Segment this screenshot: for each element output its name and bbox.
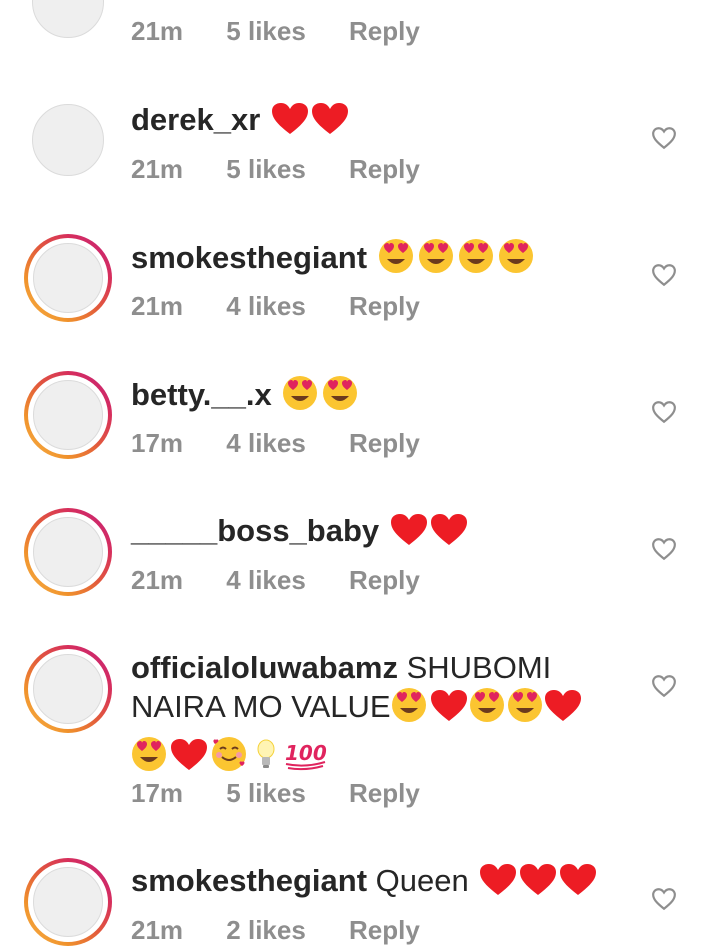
reply-button[interactable]: Reply (349, 565, 420, 595)
reply-button[interactable]: Reply (349, 915, 420, 945)
comment-time: 21m (131, 291, 184, 321)
comment-username[interactable]: officialoluwabamz (131, 650, 398, 685)
comment-meta: 21m 5 likes Reply (131, 154, 456, 185)
comment-time: 21m (131, 915, 184, 945)
avatar (33, 867, 103, 937)
comment-likes[interactable]: 5 likes (226, 154, 306, 184)
comment-username[interactable]: _____boss_baby (131, 513, 379, 548)
comment-emojis (390, 513, 468, 556)
comment-body: Queen (375, 863, 469, 898)
heart-outline-icon[interactable] (651, 673, 677, 699)
comment-time: 21m (131, 154, 184, 184)
comment-likes[interactable]: 5 likes (226, 778, 306, 808)
reply-button[interactable]: Reply (349, 428, 420, 458)
comment-text: _____boss_baby (131, 512, 611, 556)
comment-meta: 17m 5 likes Reply (131, 778, 456, 809)
comment-likes[interactable]: 4 likes (226, 428, 306, 458)
avatar-story-ring[interactable] (24, 645, 112, 733)
comment-text: betty.__.x (131, 375, 611, 420)
comment-text: derek_xr (131, 101, 611, 145)
comment-meta: 17m 4 likes Reply (131, 428, 456, 459)
heart-outline-icon[interactable] (651, 886, 677, 912)
comment-likes[interactable]: 2 likes (226, 915, 306, 945)
comment-username[interactable]: smokesthegiant (131, 240, 367, 275)
heart-outline-icon[interactable] (651, 399, 677, 425)
comment-emojis (378, 238, 538, 283)
comment-username[interactable]: betty.__.x (131, 377, 272, 412)
avatar (33, 517, 103, 587)
comment-meta: 21m 4 likes Reply (131, 291, 456, 322)
comment-meta: 21m 2 likes Reply (131, 915, 456, 946)
comment-emojis (282, 375, 362, 420)
comment-emojis (479, 863, 597, 906)
comment-likes[interactable]: 4 likes (226, 565, 306, 595)
avatar-story-ring[interactable] (24, 234, 112, 322)
svg-text:100: 100 (285, 741, 327, 765)
avatar (33, 380, 103, 450)
comment-meta: 21m 5 likes Reply (131, 16, 456, 47)
avatar[interactable] (32, 0, 104, 38)
avatar-story-ring[interactable] (24, 858, 112, 946)
comment-time: 21m (131, 16, 184, 46)
reply-button[interactable]: Reply (349, 154, 420, 184)
comment-text: smokesthegiant Queen (131, 862, 611, 906)
avatar[interactable] (32, 104, 104, 176)
comment-emojis (271, 102, 349, 145)
comment-text: smokesthegiant (131, 238, 611, 283)
avatar-story-ring[interactable] (24, 508, 112, 596)
comment-emojis-line: 100 (131, 736, 601, 781)
reply-button[interactable]: Reply (349, 778, 420, 808)
avatar (33, 243, 103, 313)
comment-time: 17m (131, 428, 184, 458)
comment-username[interactable]: derek_xr (131, 102, 260, 137)
comment-emojis (391, 687, 581, 732)
comment-likes[interactable]: 4 likes (226, 291, 306, 321)
comment-meta: 21m 4 likes Reply (131, 565, 456, 596)
reply-button[interactable]: Reply (349, 16, 420, 46)
comment-likes[interactable]: 5 likes (226, 16, 306, 46)
heart-outline-icon[interactable] (651, 125, 677, 151)
reply-button[interactable]: Reply (349, 291, 420, 321)
heart-outline-icon[interactable] (651, 262, 677, 288)
avatar (33, 654, 103, 724)
avatar-story-ring[interactable] (24, 371, 112, 459)
comment-time: 17m (131, 778, 184, 808)
comment-time: 21m (131, 565, 184, 595)
comment-username[interactable]: smokesthegiant (131, 863, 367, 898)
comment-text: officialoluwabamz SHUBOMI NAIRA MO VALUE (131, 649, 601, 781)
heart-outline-icon[interactable] (651, 536, 677, 562)
